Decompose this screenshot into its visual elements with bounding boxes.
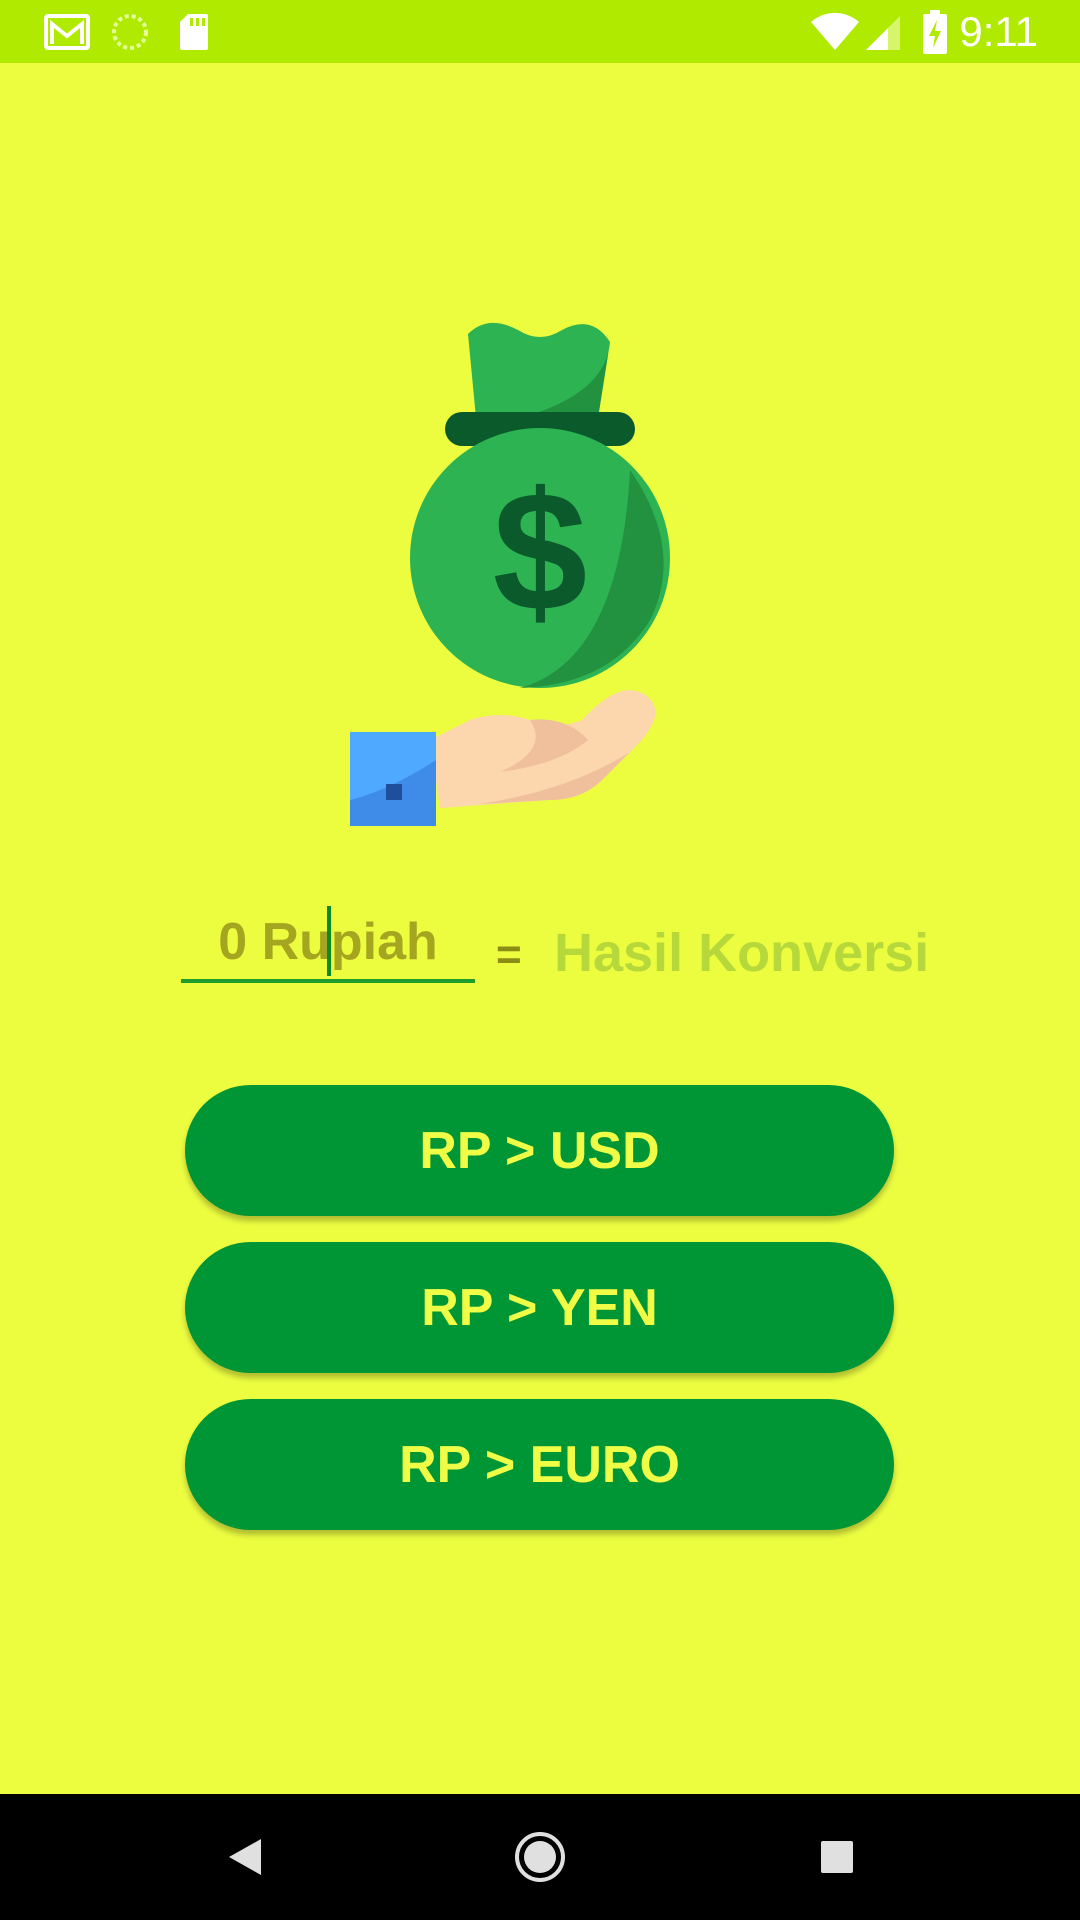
cellular-signal-icon [864,0,902,63]
wifi-icon [810,0,860,63]
text-cursor [327,906,331,976]
sd-card-icon [178,0,210,63]
gmail-icon [44,0,90,63]
convert-yen-button[interactable]: RP > YEN [185,1242,894,1373]
convert-euro-button[interactable]: RP > EURO [185,1399,894,1530]
conversion-result: Hasil Konversi [554,923,930,983]
navigation-bar [0,1794,1080,1920]
equals-sign: = [496,930,522,979]
convert-usd-button[interactable]: RP > USD [185,1085,894,1216]
dollar-symbol: $ [493,457,588,647]
status-bar: 9:11 [0,0,1080,63]
money-bag-hand-icon: $ [330,320,750,840]
sync-icon [110,0,150,63]
battery-charging-icon [922,0,948,63]
clock: 9:11 [959,8,1038,55]
home-icon[interactable] [505,1794,575,1920]
back-icon[interactable] [210,1794,280,1920]
recents-icon[interactable] [802,1794,872,1920]
